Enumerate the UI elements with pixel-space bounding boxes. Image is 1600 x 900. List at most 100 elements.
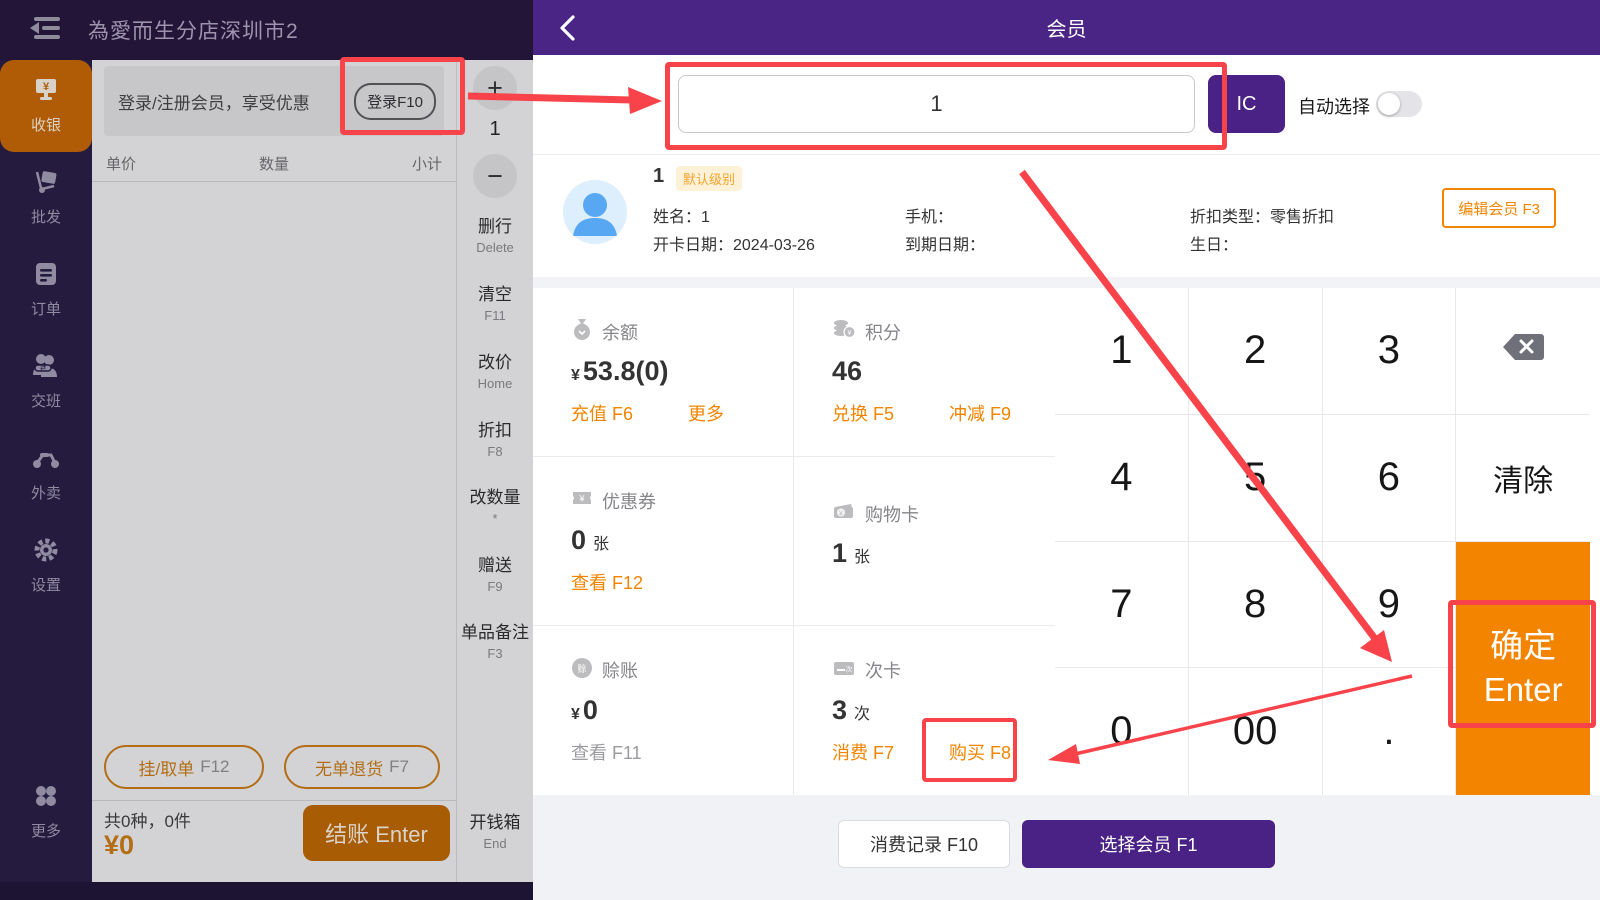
numpad-key-00[interactable]: 00 xyxy=(1189,668,1323,795)
numpad-clear-button[interactable]: 清除 xyxy=(1456,415,1590,542)
svg-text:次: 次 xyxy=(846,664,853,673)
menu-outdent-icon[interactable] xyxy=(28,14,62,47)
member-dialog: 会员 IC 自动选择 1 默认级别 姓名：1 开卡日期：2024-03-26 手… xyxy=(533,0,1600,900)
field-expire-date: 到期日期： xyxy=(905,231,985,255)
svg-text:⇄: ⇄ xyxy=(40,365,46,372)
svg-text:赊: 赊 xyxy=(577,663,586,674)
numpad-key-7[interactable]: 7 xyxy=(1055,542,1189,669)
numpad: 1 2 3 4 5 6 清除 7 8 9 确定 Enter 0 00 . xyxy=(1055,288,1590,795)
gear-icon xyxy=(33,537,59,567)
member-cards-grid: 余额 ¥53.8(0) 充值 F6 更多 ¥ 积分 46 兑换 F5 冲减 F9 xyxy=(533,288,1055,795)
member-dialog-header: 会员 xyxy=(533,0,1600,55)
numpad-key-2[interactable]: 2 xyxy=(1189,288,1323,415)
banner-text: 登录/注册会员，享受优惠 xyxy=(118,89,354,114)
action-open-drawer[interactable]: 开钱箱End xyxy=(457,808,533,851)
toggle-knob xyxy=(1378,93,1400,115)
deduct-points-link[interactable]: 冲减 F9 xyxy=(949,400,1011,426)
numpad-key-8[interactable]: 8 xyxy=(1189,542,1323,669)
action-gift[interactable]: 赠送F9 xyxy=(457,551,533,594)
auto-select-toggle[interactable] xyxy=(1376,91,1422,117)
sidebar-item-label: 交班 xyxy=(31,390,61,411)
qty-value: 1 xyxy=(457,118,533,141)
consume-times-link[interactable]: 消费 F7 xyxy=(832,739,894,765)
field-birthday: 生日： xyxy=(1190,231,1238,255)
numpad-key-6[interactable]: 6 xyxy=(1323,415,1457,542)
numpad-key-1[interactable]: 1 xyxy=(1055,288,1189,415)
sidebar-item-delivery[interactable]: 外卖 xyxy=(0,428,92,520)
sidebar-item-settings[interactable]: 设置 xyxy=(0,520,92,612)
action-clear[interactable]: 清空F11 xyxy=(457,280,533,323)
svg-text:¥: ¥ xyxy=(848,330,852,337)
dialog-title: 会员 xyxy=(533,13,1600,42)
redeem-points-link[interactable]: 兑换 F5 xyxy=(832,400,894,426)
sidebar-item-wholesale[interactable]: 批发 xyxy=(0,152,92,244)
col-qty: 数量 xyxy=(218,153,330,174)
login-button[interactable]: 登录F10 xyxy=(354,83,436,120)
sidebar-item-orders[interactable]: 订单 xyxy=(0,244,92,336)
qty-minus-button[interactable]: − xyxy=(473,154,517,198)
numpad-key-dot[interactable]: . xyxy=(1323,668,1457,795)
topbar: 為愛而生分店深圳市2 xyxy=(0,0,533,60)
numpad-key-5[interactable]: 5 xyxy=(1189,415,1323,542)
card-title: 余额 xyxy=(602,319,638,345)
numpad-key-3[interactable]: 3 xyxy=(1323,288,1457,415)
card-times-card: 次 次卡 3次 消费 F7 购买 F8 xyxy=(794,626,1055,795)
view-credit-link[interactable]: 查看 F11 xyxy=(571,739,642,765)
ic-card-button[interactable]: IC xyxy=(1208,75,1285,133)
svg-text:¥: ¥ xyxy=(43,81,50,93)
recharge-link[interactable]: 充值 F6 xyxy=(571,400,633,426)
divider xyxy=(92,800,456,801)
select-member-button[interactable]: 选择会员 F1 xyxy=(1022,820,1275,868)
action-delete-row[interactable]: 删行Delete xyxy=(457,212,533,255)
numpad-key-9[interactable]: 9 xyxy=(1323,542,1457,669)
card-title: 赊账 xyxy=(602,657,638,683)
hand-truck-icon xyxy=(32,169,60,199)
view-coupons-link[interactable]: 查看 F12 xyxy=(571,569,643,595)
card-points: ¥ 积分 46 兑换 F5 冲减 F9 xyxy=(794,288,1055,457)
consumption-history-button[interactable]: 消费记录 F10 xyxy=(838,820,1010,868)
svg-text:¥: ¥ xyxy=(578,494,585,504)
action-change-qty[interactable]: 改数量* xyxy=(457,483,533,526)
field-phone: 手机： xyxy=(905,203,953,227)
sidebar-item-cashier[interactable]: ¥ 收银 xyxy=(0,60,92,152)
buy-times-link[interactable]: 购买 F8 xyxy=(949,739,1011,765)
no-receipt-return-button[interactable]: 无单退货F7 xyxy=(284,745,440,789)
coins-icon: ¥ xyxy=(832,318,856,345)
sidebar-item-label: 外卖 xyxy=(31,482,61,503)
member-level-badge: 默认级别 xyxy=(676,166,742,191)
money-bag-icon xyxy=(571,318,593,345)
member-avatar xyxy=(563,180,627,244)
field-open-date: 开卡日期：2024-03-26 xyxy=(653,231,815,255)
numpad-key-4[interactable]: 4 xyxy=(1055,415,1189,542)
edit-member-button[interactable]: 编辑会员 F3 xyxy=(1442,188,1556,228)
numpad-enter-button[interactable]: 确定 Enter xyxy=(1456,542,1590,796)
cart-actions-column: + 1 − 删行Delete 清空F11 改价Home 折扣F8 改数量* 赠送… xyxy=(456,60,533,882)
cart-summary: 共0种，0件 xyxy=(104,807,191,832)
action-change-price[interactable]: 改价Home xyxy=(457,348,533,391)
shift-change-icon: ⇄ xyxy=(31,353,61,383)
numpad-backspace-button[interactable] xyxy=(1456,288,1590,415)
hold-retrieve-button[interactable]: 挂/取单F12 xyxy=(104,745,264,789)
balance-more-link[interactable]: 更多 xyxy=(688,400,724,426)
store-title: 為愛而生分店深圳市2 xyxy=(88,15,299,45)
action-discount[interactable]: 折扣F8 xyxy=(457,416,533,459)
field-name: 姓名：1 xyxy=(653,203,710,227)
sidebar-item-label: 设置 xyxy=(31,574,61,595)
action-item-note[interactable]: 单品备注F3 xyxy=(457,618,533,661)
sidebar-item-more[interactable]: 更多 xyxy=(0,766,92,858)
sidebar: ¥ 收银 批发 订单 xyxy=(0,60,92,882)
card-coupons: ¥ 优惠券 0张 查看 F12 xyxy=(533,457,794,626)
qty-plus-button[interactable]: + xyxy=(473,66,517,110)
auto-select-label: 自动选择 xyxy=(1298,93,1370,119)
field-discount-type: 折扣类型：零售折扣 xyxy=(1190,203,1334,227)
member-search-input[interactable] xyxy=(678,75,1195,133)
divider xyxy=(533,277,1600,288)
member-login-banner: 登录/注册会员，享受优惠 登录F10 xyxy=(104,66,444,136)
member-search-row: IC 自动选择 xyxy=(533,55,1600,155)
checkout-button[interactable]: 结账 Enter xyxy=(303,805,450,861)
numpad-key-0[interactable]: 0 xyxy=(1055,668,1189,795)
sidebar-item-shift[interactable]: ⇄ 交班 xyxy=(0,336,92,428)
col-subtotal: 小计 xyxy=(330,153,442,174)
card-title: 优惠券 xyxy=(602,488,656,514)
shopping-card-icon: ¥ xyxy=(832,500,856,527)
